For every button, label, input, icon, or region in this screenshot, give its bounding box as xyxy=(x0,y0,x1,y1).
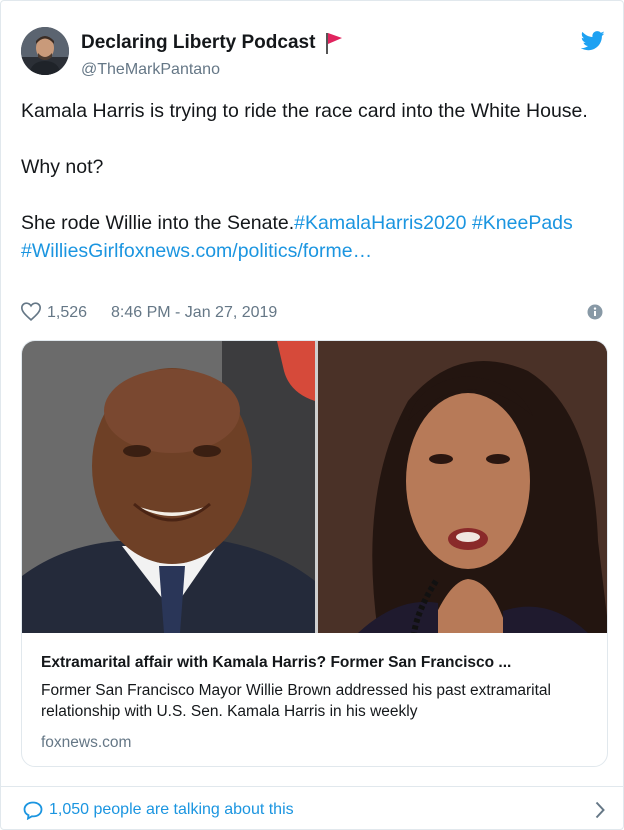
tweet-header: Declaring Liberty Podcast @TheMarkPantan… xyxy=(21,27,607,80)
tweet-text: Kamala Harris is trying to ride the race… xyxy=(21,97,611,265)
link-card-domain: foxnews.com xyxy=(41,734,132,751)
link-preview-image[interactable] xyxy=(22,341,607,633)
chevron-right-icon[interactable] xyxy=(595,801,605,824)
tweet-text-line: She rode Willie into the Senate.#KamalaH… xyxy=(21,209,611,265)
hashtag-link[interactable]: #WilliesGirl xyxy=(21,240,119,262)
info-icon[interactable] xyxy=(587,304,603,325)
tweet-text-line: Kamala Harris is trying to ride the race… xyxy=(21,100,588,122)
hashtag-link[interactable]: #KamalaHarris2020 xyxy=(294,212,466,234)
link-card-description: Former San Francisco Mayor Willie Brown … xyxy=(41,682,551,720)
tweet-meta: 1,526 8:46 PM - Jan 27, 2019 xyxy=(20,301,607,326)
link-card-title[interactable]: Extramarital affair with Kamala Harris? … xyxy=(41,653,597,673)
speech-bubble-icon xyxy=(23,801,43,825)
timestamp[interactable]: 8:46 PM - Jan 27, 2019 xyxy=(111,303,277,323)
hashtag-link[interactable]: #KneePads xyxy=(472,212,573,234)
embedded-tweet: Declaring Liberty Podcast @TheMarkPantan… xyxy=(0,0,624,830)
like-count[interactable]: 1,526 xyxy=(47,303,87,323)
user-handle[interactable]: @TheMarkPantano xyxy=(81,60,343,80)
photo-woman xyxy=(318,341,607,633)
tweet-footer[interactable]: 1,050 people are talking about this xyxy=(1,786,624,830)
url-link[interactable]: foxnews.com/politics/forme… xyxy=(119,240,373,262)
tweet-text-plain: She rode Willie into the Senate. xyxy=(21,212,295,234)
display-name[interactable]: Declaring Liberty Podcast xyxy=(81,31,315,54)
red-flag-icon xyxy=(325,32,343,59)
avatar[interactable] xyxy=(21,27,69,75)
author-names: Declaring Liberty Podcast @TheMarkPantan… xyxy=(81,31,343,80)
photo-man xyxy=(22,341,315,633)
tweet-text-line: Why not? xyxy=(21,156,104,178)
avatar-image xyxy=(21,27,69,75)
conversation-link[interactable]: 1,050 people are talking about this xyxy=(49,800,294,820)
link-preview-card[interactable]: Extramarital affair with Kamala Harris? … xyxy=(21,340,608,767)
twitter-bird-icon[interactable] xyxy=(580,31,605,56)
heart-icon[interactable] xyxy=(20,302,42,326)
